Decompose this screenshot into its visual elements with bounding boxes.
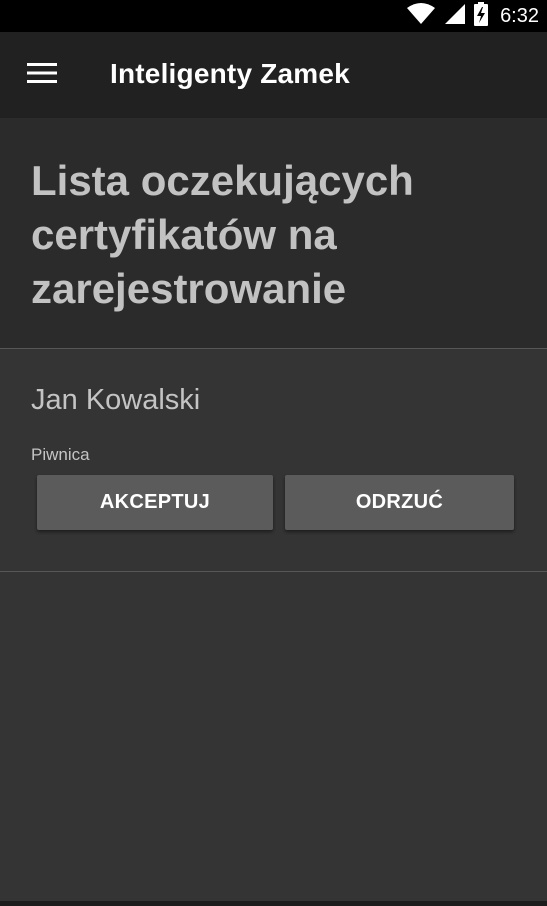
- requester-name: Jan Kowalski: [31, 384, 201, 416]
- card-divider: [0, 571, 547, 572]
- certificate-request-card: Jan Kowalski Piwnica AKCEPTUJ ODRZUĆ: [0, 349, 547, 571]
- battery-charging-icon: [474, 1, 489, 31]
- page-title: Lista oczekujących certyfikatów na zarej…: [31, 157, 414, 312]
- app-bar: Inteligenty Zamek: [0, 32, 547, 118]
- wifi-icon: [406, 2, 436, 31]
- status-bar: 6:32: [0, 0, 547, 32]
- lock-location: Piwnica: [31, 445, 90, 464]
- accept-button[interactable]: AKCEPTUJ: [37, 475, 273, 530]
- status-icons: 6:32: [406, 0, 539, 32]
- status-time: 6:32: [500, 4, 539, 27]
- menu-button[interactable]: [20, 56, 64, 94]
- signal-icon: [444, 3, 466, 30]
- page-header: Lista oczekujących certyfikatów na zarej…: [0, 118, 547, 348]
- hamburger-menu-icon: [27, 62, 57, 88]
- app-title: Inteligenty Zamek: [110, 58, 350, 89]
- reject-button[interactable]: ODRZUĆ: [285, 475, 514, 530]
- bottom-edge: [0, 901, 547, 906]
